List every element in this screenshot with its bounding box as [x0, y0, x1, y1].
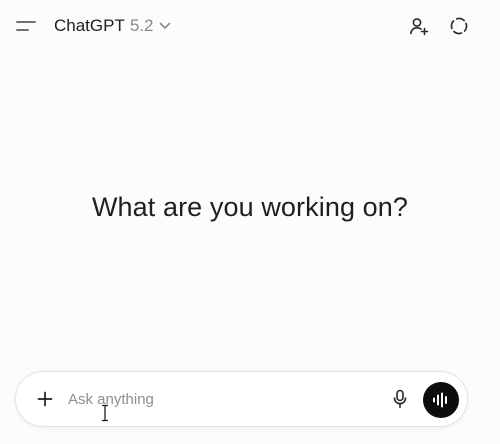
- model-selector[interactable]: ChatGPT 5.2: [54, 14, 171, 38]
- text-cursor-icon: [102, 404, 108, 422]
- dictate-button[interactable]: [388, 386, 412, 412]
- model-version: 5.2: [129, 16, 154, 35]
- temporary-chat-button[interactable]: [443, 10, 475, 42]
- plus-icon: [37, 391, 53, 407]
- voice-mode-button[interactable]: [423, 382, 459, 418]
- add-user-icon: [410, 18, 429, 36]
- top-bar: ChatGPT 5.2: [0, 0, 500, 52]
- sidebar-toggle-button[interactable]: [10, 10, 42, 42]
- attach-button[interactable]: [30, 384, 60, 414]
- microphone-icon: [393, 389, 407, 409]
- sidebar-toggle-icon: [16, 21, 36, 31]
- add-people-button[interactable]: [403, 10, 435, 42]
- prompt-composer: [15, 371, 468, 427]
- prompt-input[interactable]: [68, 386, 368, 412]
- dashed-circle-icon: [450, 17, 468, 35]
- chevron-down-icon: [159, 22, 171, 30]
- page-headline: What are you working on?: [91, 192, 409, 222]
- model-name: ChatGPT: [54, 16, 125, 35]
- voice-waveform-icon: [433, 392, 447, 408]
